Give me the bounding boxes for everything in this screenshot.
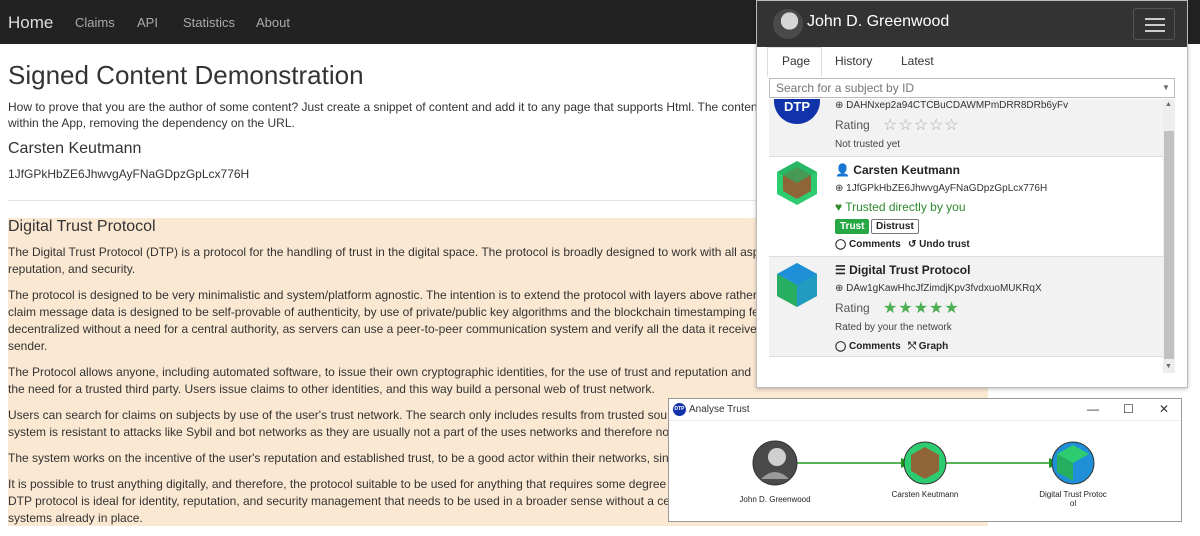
tab-history[interactable]: History	[835, 54, 872, 68]
signed-content-title: Digital Trust Protocol	[8, 218, 156, 235]
analyse-trust-window: DTP Analyse Trust — ☐ ✕ John D. Greenwoo…	[668, 398, 1182, 522]
intro-text: How to prove that you are the author of …	[8, 100, 758, 114]
dtp-logo-icon: DTP	[673, 403, 686, 416]
signed-line: sender.	[8, 339, 48, 353]
list-item[interactable]: DTP ⊕ DAHNxep2a94CTCBuCDAWMPmDRR8DRb6yFv…	[769, 99, 1164, 157]
subject-address: ⊕ 1JfGPkHbZE6JhwvgAyFNaGDpzGpLcx776H	[835, 183, 1048, 194]
rating-label: Rating	[835, 118, 870, 132]
signed-line: reputation, and security.	[8, 262, 136, 276]
identicon-icon	[777, 161, 817, 205]
signed-line: The protocol is designed to be very mini…	[8, 288, 757, 302]
panel-header: John D. Greenwood	[757, 1, 1187, 47]
window-title: Analyse Trust	[689, 404, 750, 415]
trust-status: Rated by your the network	[835, 322, 952, 333]
tab-latest[interactable]: Latest	[901, 54, 934, 68]
nav-link-api[interactable]: API	[137, 15, 158, 30]
signed-line: decentralized without a need for a centr…	[8, 322, 757, 336]
results-list: DTP ⊕ DAHNxep2a94CTCBuCDAWMPmDRR8DRb6yFv…	[769, 99, 1175, 373]
signed-line: DTP protocol is ideal for identity, repu…	[8, 494, 670, 508]
graph-node-label: John D. Greenwood	[739, 495, 811, 504]
subject-address: ⊕ DAw1gKawHhcJfZimdjKpv3fvdxuoMUKRqX	[835, 283, 1042, 294]
signed-line: It is possible to trust anything digital…	[8, 477, 667, 491]
hamburger-icon	[1145, 30, 1165, 32]
nav-link-statistics[interactable]: Statistics	[183, 15, 235, 30]
trusted-status: ♥ Trusted directly by you	[835, 200, 966, 214]
panel-user-name: John D. Greenwood	[807, 13, 950, 30]
comments-link[interactable]: ◯ Comments	[835, 341, 901, 352]
signed-line: claim message data is designed to be sel…	[8, 305, 759, 319]
author-id: 1JfGPkHbZE6JhwvgAyFNaGDpzGpLcx776H	[8, 167, 250, 181]
comments-label: Comments	[848, 341, 901, 352]
tab-page[interactable]: Page	[782, 54, 810, 68]
subject-name-text: Carsten Keutmann	[853, 163, 960, 177]
subject-address: ⊕ DAHNxep2a94CTCBuCDAWMPmDRR8DRb6yFv	[835, 100, 1069, 111]
graph-node-label: Carsten Keutmann	[891, 490, 959, 499]
subject-name: ☰ Digital Trust Protocol	[835, 263, 971, 277]
undo-trust-label: Undo trust	[919, 239, 970, 250]
signed-line: The system works on the incentive of the…	[8, 451, 669, 465]
graph-label: Graph	[918, 341, 949, 352]
signed-line: system is resistant to attacks like Sybi…	[8, 425, 670, 439]
menu-toggle-button[interactable]	[1133, 8, 1175, 40]
trust-status: Not trusted yet	[835, 139, 901, 150]
hamburger-icon	[1145, 24, 1165, 26]
comments-label: Comments	[848, 239, 901, 250]
page-title: Signed Content Demonstration	[8, 60, 364, 90]
comments-link[interactable]: ◯ Comments	[835, 239, 901, 250]
author-name: Carsten Keutmann	[8, 140, 142, 157]
identicon-icon	[777, 263, 817, 307]
subject-search-input[interactable]	[769, 78, 1175, 98]
nav-home-link[interactable]: Home	[8, 13, 53, 33]
scrollbar-thumb[interactable]	[1164, 131, 1174, 359]
hamburger-icon	[1145, 18, 1165, 20]
graph-node-carsten[interactable]	[903, 441, 947, 485]
nav-link-claims[interactable]: Claims	[75, 15, 115, 30]
intro-text-continued: within the App, removing the dependency …	[8, 116, 295, 130]
subject-name: 👤 Carsten Keutmann	[835, 163, 960, 177]
graph-node-label: Digital Trust Protoc ol	[1039, 490, 1107, 508]
trust-panel: John D. Greenwood Page History Latest ▼ …	[756, 0, 1188, 388]
subject-name-text: Digital Trust Protocol	[849, 263, 971, 277]
rating-stars[interactable]: ★★★★★	[883, 298, 960, 318]
window-titlebar: DTP Analyse Trust — ☐ ✕	[669, 399, 1181, 421]
distrust-button[interactable]: Distrust	[871, 219, 919, 234]
signed-line: Users can search for claims on subjects …	[8, 408, 668, 422]
trust-button[interactable]: Trust	[835, 219, 870, 234]
minimize-icon[interactable]: —	[1087, 402, 1099, 416]
address-text: DAw1gKawHhcJfZimdjKpv3fvdxuoMUKRqX	[846, 283, 1042, 294]
close-icon[interactable]: ✕	[1159, 402, 1169, 416]
signed-line: systems already in place.	[8, 511, 143, 525]
address-text: 1JfGPkHbZE6JhwvgAyFNaGDpzGpLcx776H	[846, 183, 1048, 194]
scroll-down-icon[interactable]: ▼	[1165, 363, 1172, 370]
list-item[interactable]: 👤 Carsten Keutmann ⊕ 1JfGPkHbZE6JhwvgAyF…	[769, 157, 1164, 257]
dtp-logo-text: DTP	[784, 99, 810, 114]
undo-trust-link[interactable]: ↺ Undo trust	[908, 239, 970, 250]
scroll-up-icon[interactable]: ▲	[1165, 101, 1172, 108]
nav-link-about[interactable]: About	[256, 15, 290, 30]
rating-stars[interactable]: ☆☆☆☆☆	[883, 115, 960, 135]
graph-node-person[interactable]	[752, 440, 798, 486]
signed-line: The Protocol allows anyone, including au…	[8, 365, 752, 379]
signed-line: the need for a trusted third party. User…	[8, 382, 655, 396]
dtp-logo-icon: DTP	[774, 99, 820, 124]
chevron-down-icon[interactable]: ▼	[1162, 83, 1170, 92]
maximize-icon[interactable]: ☐	[1123, 402, 1134, 416]
list-item[interactable]: ☰ Digital Trust Protocol ⊕ DAw1gKawHhcJf…	[769, 257, 1164, 357]
trusted-text: Trusted directly by you	[845, 200, 966, 214]
graph-node-dtp[interactable]	[1051, 441, 1095, 485]
rating-label: Rating	[835, 301, 870, 315]
avatar	[773, 9, 803, 39]
address-text: DAHNxep2a94CTCBuCDAWMPmDRR8DRb6yFv	[846, 100, 1069, 111]
graph-link[interactable]: ⤲ Graph	[908, 341, 948, 352]
signed-line: The Digital Trust Protocol (DTP) is a pr…	[8, 245, 760, 259]
